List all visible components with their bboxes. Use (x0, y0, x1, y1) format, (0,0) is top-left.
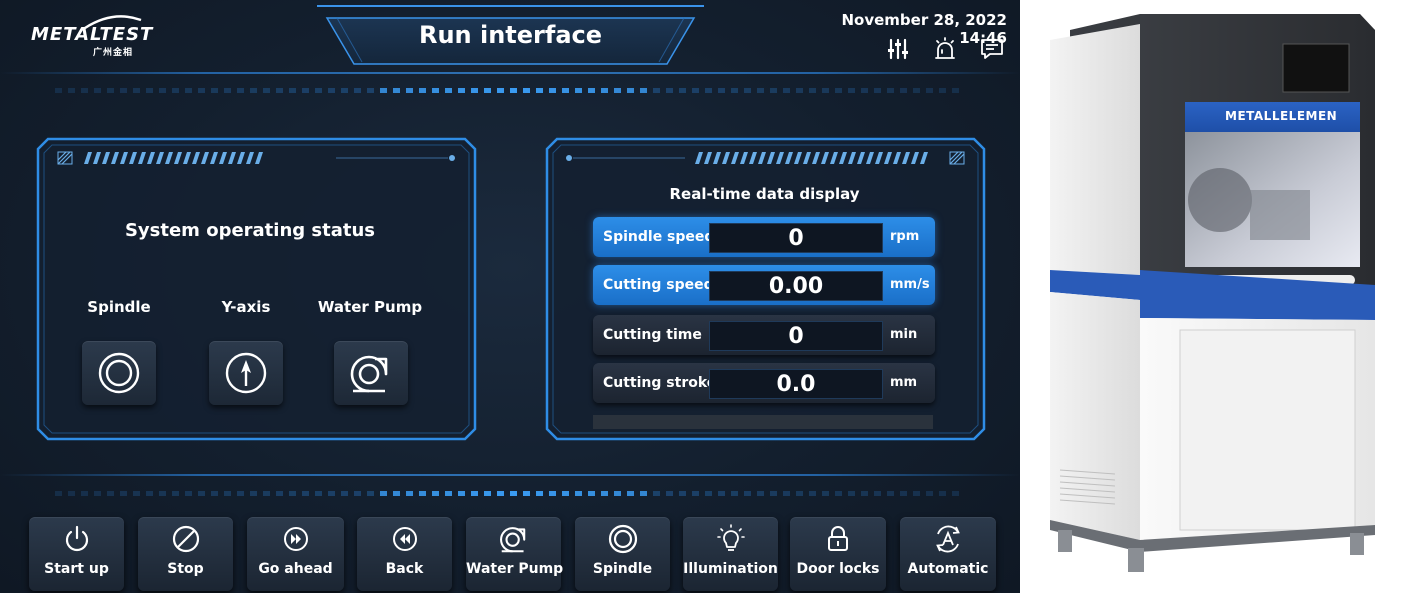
realtime-title: Real-time data display (669, 185, 860, 203)
alarm-icon[interactable] (933, 37, 957, 61)
logo-subtext: 广州金相 (93, 48, 134, 58)
spindle-status-indicator[interactable] (82, 341, 156, 405)
fast-forward-icon (283, 527, 308, 551)
door-locks-button[interactable]: Door locks (790, 517, 886, 591)
y-axis-status-indicator[interactable] (209, 341, 283, 405)
bottom-dot-row (55, 491, 959, 496)
stop-button[interactable]: Stop (138, 517, 233, 591)
cutting-speed-row: Cutting speed 0.00 mm/s (593, 265, 935, 305)
water-pump-button[interactable]: Water Pump (466, 517, 564, 591)
y-axis-status-label: Y-axis (221, 298, 271, 316)
back-label: Back (385, 561, 424, 577)
cutting-time-row: Cutting time 0 min (593, 315, 935, 355)
metaltest-logo: METALTEST 广州金相 (31, 14, 153, 58)
spindle-speed-label: Spindle speed (603, 229, 715, 245)
cutting-stroke-row: Cutting stroke 0.0 mm (593, 363, 935, 403)
spindle-icon (98, 352, 140, 394)
spindle-label: Spindle (592, 561, 653, 577)
sliders-icon[interactable] (886, 37, 910, 61)
cutting-time-value: 0 (709, 321, 883, 351)
lock-icon (828, 526, 848, 551)
back-button[interactable]: Back (357, 517, 452, 591)
stop-label: Stop (167, 561, 204, 577)
title-plate: Run interface (317, 4, 704, 66)
door-locks-label: Door locks (796, 561, 880, 577)
top-divider (0, 72, 1020, 74)
spindle-speed-unit: rpm (890, 229, 920, 244)
stop-icon (172, 525, 199, 553)
spindle-speed-value: 0 (709, 223, 883, 253)
spindle-speed-row: Spindle speed 0 rpm (593, 217, 935, 257)
machine-brand-label: METALLELEMEN (1225, 109, 1338, 123)
cutting-time-label: Cutting time (603, 327, 702, 343)
page-title: Run interface (418, 21, 603, 49)
lightbulb-icon (716, 524, 745, 551)
cutting-machine-image (1050, 14, 1375, 572)
spindle-icon (608, 524, 637, 554)
spindle-button[interactable]: Spindle (575, 517, 670, 591)
cutting-stroke-value: 0.0 (709, 369, 883, 399)
water-pump-status-label: Water Pump (317, 298, 423, 316)
rewind-icon (392, 527, 417, 551)
automatic-label: Automatic (907, 561, 989, 577)
power-icon (65, 525, 88, 552)
auto-mode-icon (936, 525, 960, 553)
illumination-label: Illumination (683, 561, 778, 577)
cutting-speed-label: Cutting speed (603, 277, 714, 293)
system-status-title: System operating status (124, 220, 376, 241)
logo-text: METALTEST (31, 24, 154, 45)
realtime-footer-bar (593, 415, 933, 429)
go-ahead-label: Go ahead (258, 561, 333, 577)
go-ahead-button[interactable]: Go ahead (247, 517, 344, 591)
top-dot-row (55, 88, 959, 93)
cutting-speed-unit: mm/s (890, 277, 930, 292)
automatic-button[interactable]: Automatic (900, 517, 996, 591)
water-pump-icon (499, 527, 525, 553)
cutting-stroke-unit: mm (890, 375, 918, 390)
water-pump-label: Water Pump (466, 561, 564, 577)
y-axis-icon (225, 352, 267, 394)
start-up-button[interactable]: Start up (29, 517, 124, 591)
message-icon[interactable] (980, 37, 1004, 61)
spindle-status-label: Spindle (87, 298, 151, 316)
bottom-divider (0, 474, 1020, 476)
water-pump-icon (350, 355, 388, 393)
water-pump-status-indicator[interactable] (334, 341, 408, 405)
cutting-stroke-label: Cutting stroke (603, 375, 717, 391)
start-up-label: Start up (44, 561, 109, 577)
machine-photo (1020, 0, 1427, 593)
cutting-speed-value: 0.00 (709, 271, 883, 301)
hmi-screen: METALTEST 广州金相 Run interface November 28… (0, 0, 1020, 593)
illumination-button[interactable]: Illumination (683, 517, 778, 591)
cutting-time-unit: min (890, 327, 918, 342)
